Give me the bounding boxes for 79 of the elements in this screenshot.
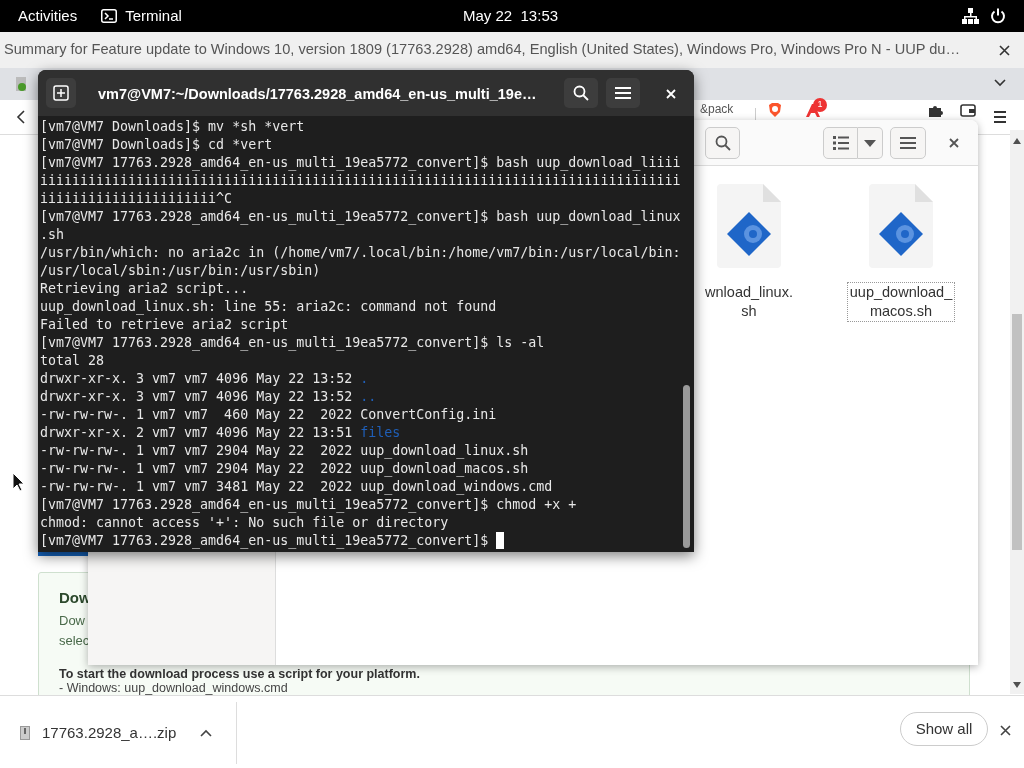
search-icon — [573, 85, 589, 101]
lion-shield-icon[interactable] — [767, 103, 783, 117]
directory-name: . — [360, 370, 369, 388]
zip-file-icon — [20, 726, 30, 741]
chevron-up-icon[interactable] — [200, 729, 213, 738]
terminal-line: chmod: cannot access '+': No such file or directory — [40, 514, 449, 532]
terminal-line: [vm7@VM7 17763.2928_amd64_en-us_multi_19ea5772_convert]$ bash uup_download_linux — [40, 208, 681, 226]
menu-button[interactable] — [890, 127, 926, 159]
terminal-line: Retrieving aria2 script... — [40, 280, 249, 298]
bookmark-link[interactable]: &pack — [700, 102, 734, 116]
scrollbar-thumb[interactable] — [683, 385, 690, 548]
script-file-icon[interactable] — [869, 184, 933, 268]
list-view-icon — [832, 136, 849, 150]
terminal-line: total 28 — [40, 352, 105, 370]
directory-name: files — [360, 424, 401, 442]
puzzle-icon[interactable] — [927, 104, 943, 117]
terminal-line: Failed to retrieve aria2 script — [40, 316, 289, 334]
card-text: selec — [59, 632, 90, 650]
scrollbar[interactable] — [1010, 130, 1024, 694]
search-button[interactable] — [564, 78, 598, 108]
terminal-line: [vm7@VM7 17763.2928_amd64_en-us_multi_19ea5772_convert]$ ls -al — [40, 334, 545, 352]
download-item[interactable]: 17763.2928_a….zip — [42, 722, 177, 745]
instruction-text: To start the download process use a script for your platform. — [59, 667, 420, 681]
activities-button[interactable]: Activities — [18, 4, 78, 28]
close-icon[interactable] — [999, 45, 1010, 56]
search-icon — [714, 135, 731, 151]
menu-button[interactable] — [606, 78, 640, 108]
clock[interactable]: May 22 13:53 — [463, 4, 559, 28]
search-button[interactable] — [705, 127, 740, 159]
terminal-line: /usr/local/sbin:/usr/bin:/usr/sbin) — [40, 262, 321, 280]
new-tab-button[interactable] — [46, 78, 76, 108]
terminal-line: drwxr-xr-x. 3 vm7 vm7 4096 May 22 13:52 — [40, 388, 354, 406]
dropdown-icon — [864, 139, 876, 147]
back-icon[interactable] — [16, 110, 26, 124]
mouse-cursor-icon — [12, 472, 24, 492]
close-icon[interactable] — [949, 138, 959, 148]
terminal-line: /usr/bin/which: no aria2c in (/home/vm7/.local/bin:/home/vm7/bin:/usr/local/bin: — [40, 244, 681, 262]
terminal-line: .sh — [40, 226, 65, 244]
terminal-line: [vm7@VM7 17763.2928_amd64_en-us_multi_19ea5772_convert]$ — [40, 532, 490, 550]
script-line: - Windows: uup_download_windows.cmd — [59, 681, 288, 695]
directory-name: .. — [360, 388, 377, 406]
terminal-line: iiiiiiiiiiiiiiiiiiiiiiiiiiiiiiiiiiiiiiiiiiiiiiiiiiiiiiiiiiiiiiiiiiiiiiiiiiiiiiii — [40, 172, 681, 190]
window-title: vm7@VM7:~/Downloads/17763.2928_amd64_en-us_multi_19e… — [98, 85, 537, 104]
terminal-line: [vm7@VM7 Downloads]$ cd *vert — [40, 136, 273, 154]
notification-badge: 1 — [813, 98, 827, 112]
list-view-button[interactable] — [823, 127, 858, 159]
terminal-icon — [101, 9, 118, 23]
file-name[interactable]: wnload_linux. sh — [702, 282, 796, 322]
power-icon[interactable] — [990, 8, 1006, 24]
wallet-icon[interactable] — [960, 104, 976, 117]
button-edge — [38, 552, 88, 556]
chevron-down-icon[interactable] — [994, 79, 1006, 87]
scroll-down-icon[interactable] — [1013, 682, 1021, 688]
network-icon[interactable] — [962, 8, 979, 24]
terminal-line: -rw-rw-rw-. 1 vm7 vm7 3481 May 22 2022 uup_download_windows.cmd — [40, 478, 553, 496]
favicon-icon[interactable] — [13, 76, 29, 92]
terminal-line: [vm7@VM7 17763.2928_amd64_en-us_multi_19ea5772_convert]$ chmod +x + — [40, 496, 577, 514]
file-name[interactable]: uup_download_ macos.sh — [846, 282, 956, 322]
menu-icon — [900, 137, 916, 149]
terminal-line: -rw-rw-rw-. 1 vm7 vm7 2904 May 22 2022 uup_download_macos.sh — [40, 460, 529, 478]
terminal-line: uup_download_linux.sh: line 55: aria2c: command not found — [40, 298, 497, 316]
card-text: Dow — [59, 612, 85, 630]
terminal-line: iiiiiiiiiiiiiiiiiiiiii^C — [40, 190, 233, 208]
terminal-line: -rw-rw-rw-. 1 vm7 vm7 2904 May 22 2022 uup_download_linux.sh — [40, 442, 529, 460]
menu-icon — [615, 87, 631, 99]
menu-icon[interactable] — [993, 110, 1007, 124]
terminal-line: [vm7@VM7 17763.2928_amd64_en-us_multi_19ea5772_convert]$ bash uup_download_liiii — [40, 154, 681, 172]
window-title: Summary for Feature update to Windows 10, version 1809 (17763.2928) amd64, English (United States), Windows Pro, Windows Pro N - UUP du… — [4, 40, 961, 60]
terminal-line: drwxr-xr-x. 2 vm7 vm7 4096 May 22 13:51 — [40, 424, 354, 442]
app-menu[interactable]: Terminal — [125, 4, 182, 28]
close-icon[interactable] — [1000, 725, 1011, 736]
terminal-line: [vm7@VM7 Downloads]$ mv *sh *vert — [40, 118, 305, 136]
scroll-up-icon[interactable] — [1013, 138, 1021, 144]
script-file-icon[interactable] — [717, 184, 781, 268]
plus-icon — [53, 85, 69, 101]
scroll-thumb[interactable] — [1012, 314, 1022, 550]
terminal-line: -rw-rw-rw-. 1 vm7 vm7 460 May 22 2022 ConvertConfig.ini — [40, 406, 497, 424]
terminal-line: drwxr-xr-x. 3 vm7 vm7 4096 May 22 13:52 — [40, 370, 354, 388]
view-options-button[interactable] — [858, 127, 883, 159]
